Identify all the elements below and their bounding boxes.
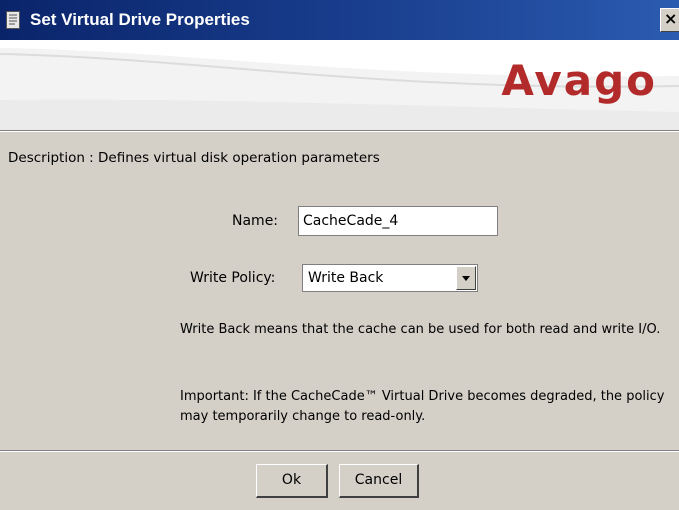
dialog-window: Set Virtual Drive Properties × Avago Des… xyxy=(0,0,679,510)
close-button[interactable]: × xyxy=(660,8,679,32)
description-text: Description : Defines virtual disk opera… xyxy=(8,150,380,166)
cancel-button[interactable]: Cancel xyxy=(339,464,419,498)
chevron-down-icon xyxy=(462,276,470,281)
write-policy-value: Write Back xyxy=(308,270,384,286)
banner-divider-highlight xyxy=(0,131,679,132)
header-banner: Avago xyxy=(0,40,679,130)
policy-help-text: Write Back means that the cache can be u… xyxy=(180,322,661,337)
ok-button[interactable]: Ok xyxy=(256,464,328,498)
window-title: Set Virtual Drive Properties xyxy=(30,10,250,29)
avago-logo: Avago xyxy=(501,56,657,105)
name-label: Name: xyxy=(232,213,279,229)
close-icon: × xyxy=(664,9,678,28)
document-icon xyxy=(6,11,20,29)
title-bar[interactable]: Set Virtual Drive Properties × xyxy=(0,0,679,40)
write-policy-select[interactable]: Write Back xyxy=(302,264,478,292)
footer-divider-highlight xyxy=(0,451,679,452)
write-policy-label: Write Policy: xyxy=(190,270,276,286)
name-input[interactable]: CacheCade_4 xyxy=(298,206,498,236)
dropdown-button[interactable] xyxy=(456,266,476,290)
important-note-text: Important: If the CacheCade™ Virtual Dri… xyxy=(180,389,665,424)
